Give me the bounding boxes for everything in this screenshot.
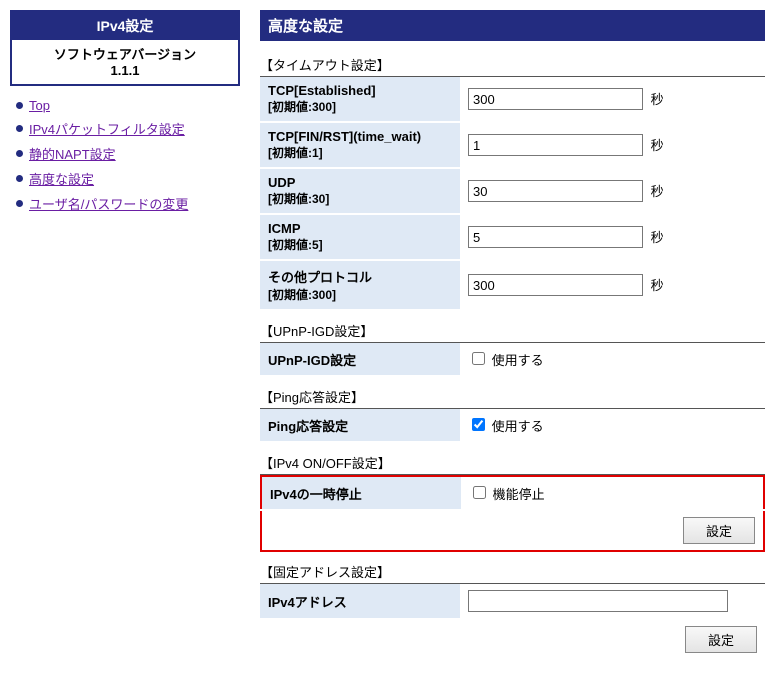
bullet-icon: [16, 125, 23, 132]
sidebar-box-title: IPv4設定: [12, 12, 238, 40]
fixed-addr-input[interactable]: [468, 590, 728, 612]
sidebar-item-static-napt[interactable]: 静的NAPT設定: [16, 144, 240, 163]
upnp-table: UPnP-IGD設定 使用する: [260, 343, 765, 377]
upnp-row-label: UPnP-IGD設定: [260, 343, 460, 376]
icmp-input[interactable]: [468, 226, 643, 248]
icmp-label-text: ICMP: [268, 221, 301, 236]
fixed-addr-submit-button[interactable]: 設定: [685, 626, 757, 653]
section-label-ping: 【Ping応答設定】: [260, 387, 765, 406]
section-label-ipv4-onoff: 【IPv4 ON/OFF設定】: [260, 453, 765, 472]
tcp-finrst-input[interactable]: [468, 134, 643, 156]
unit-seconds: 秒: [651, 138, 664, 153]
section-label-upnp: 【UPnP-IGD設定】: [260, 321, 765, 340]
udp-input[interactable]: [468, 180, 643, 202]
unit-seconds: 秒: [651, 230, 664, 245]
sidebar: IPv4設定 ソフトウェアバージョン 1.1.1 Top IPv4パケットフィル…: [10, 10, 240, 665]
tcp-finrst-default: [初期値:1]: [268, 144, 452, 161]
ipv4-onoff-table: IPv4の一時停止 機能停止 設定: [260, 475, 765, 552]
ipv4-onoff-row-label: IPv4の一時停止: [261, 476, 461, 510]
page-title: 高度な設定: [260, 10, 765, 41]
ping-table: Ping応答設定 使用する: [260, 409, 765, 443]
sidebar-link-packet-filter[interactable]: IPv4パケットフィルタ設定: [29, 119, 185, 138]
tcp-finrst-label: TCP[FIN/RST](time_wait) [初期値:1]: [260, 122, 460, 168]
tcp-established-label: TCP[Established] [初期値:300]: [260, 77, 460, 122]
upnp-checkbox[interactable]: [472, 352, 485, 365]
unit-seconds: 秒: [651, 278, 664, 293]
bullet-icon: [16, 200, 23, 207]
udp-label-text: UDP: [268, 175, 295, 190]
other-proto-label-text: その他プロトコル: [268, 270, 372, 285]
sidebar-item-advanced[interactable]: 高度な設定: [16, 169, 240, 188]
tcp-established-input[interactable]: [468, 88, 643, 110]
other-proto-label: その他プロトコル [初期値:300]: [260, 260, 460, 310]
udp-label: UDP [初期値:30]: [260, 168, 460, 214]
tcp-established-label-text: TCP[Established]: [268, 83, 376, 98]
fixed-addr-row-label: IPv4アドレス: [260, 584, 460, 619]
tcp-finrst-label-text: TCP[FIN/RST](time_wait): [268, 129, 421, 144]
sidebar-item-top[interactable]: Top: [16, 98, 240, 113]
sidebar-nav: Top IPv4パケットフィルタ設定 静的NAPT設定 高度な設定 ユーザ名/パ…: [10, 98, 240, 213]
icmp-default: [初期値:5]: [268, 236, 452, 253]
section-label-timeout: 【タイムアウト設定】: [260, 55, 765, 74]
ping-checkbox[interactable]: [472, 418, 485, 431]
section-label-fixed-addr: 【固定アドレス設定】: [260, 562, 765, 581]
other-proto-default: [初期値:300]: [268, 286, 452, 303]
sidebar-link-userpass[interactable]: ユーザ名/パスワードの変更: [29, 194, 188, 213]
ipv4-onoff-checkbox-label: 機能停止: [493, 487, 545, 502]
sidebar-item-packet-filter[interactable]: IPv4パケットフィルタ設定: [16, 119, 240, 138]
ping-checkbox-label: 使用する: [492, 419, 544, 434]
ipv4-onoff-submit-button[interactable]: 設定: [683, 517, 755, 544]
sidebar-link-static-napt[interactable]: 静的NAPT設定: [29, 144, 116, 163]
software-version-label: ソフトウェアバージョン: [12, 44, 238, 63]
other-proto-input[interactable]: [468, 274, 643, 296]
sidebar-link-top[interactable]: Top: [29, 98, 50, 113]
unit-seconds: 秒: [651, 92, 664, 107]
sidebar-item-userpass[interactable]: ユーザ名/パスワードの変更: [16, 194, 240, 213]
ipv4-onoff-checkbox-wrap[interactable]: 機能停止: [469, 487, 545, 502]
sidebar-link-advanced[interactable]: 高度な設定: [29, 169, 94, 188]
timeout-table: TCP[Established] [初期値:300] 秒 TCP[FIN/RST…: [260, 77, 765, 311]
ping-row-label: Ping応答設定: [260, 409, 460, 442]
ping-checkbox-wrap[interactable]: 使用する: [468, 419, 544, 434]
bullet-icon: [16, 175, 23, 182]
software-version-value: 1.1.1: [12, 63, 238, 78]
sidebar-info-box: IPv4設定 ソフトウェアバージョン 1.1.1: [10, 10, 240, 86]
fixed-addr-table: IPv4アドレス 設定: [260, 584, 765, 659]
unit-seconds: 秒: [651, 184, 664, 199]
upnp-checkbox-label: 使用する: [492, 353, 544, 368]
main-content: 高度な設定 【タイムアウト設定】 TCP[Established] [初期値:3…: [260, 10, 765, 665]
bullet-icon: [16, 150, 23, 157]
udp-default: [初期値:30]: [268, 190, 452, 207]
upnp-checkbox-wrap[interactable]: 使用する: [468, 353, 544, 368]
icmp-label: ICMP [初期値:5]: [260, 214, 460, 260]
tcp-established-default: [初期値:300]: [268, 98, 452, 115]
ipv4-onoff-checkbox[interactable]: [473, 486, 486, 499]
bullet-icon: [16, 102, 23, 109]
sidebar-box-body: ソフトウェアバージョン 1.1.1: [12, 40, 238, 84]
